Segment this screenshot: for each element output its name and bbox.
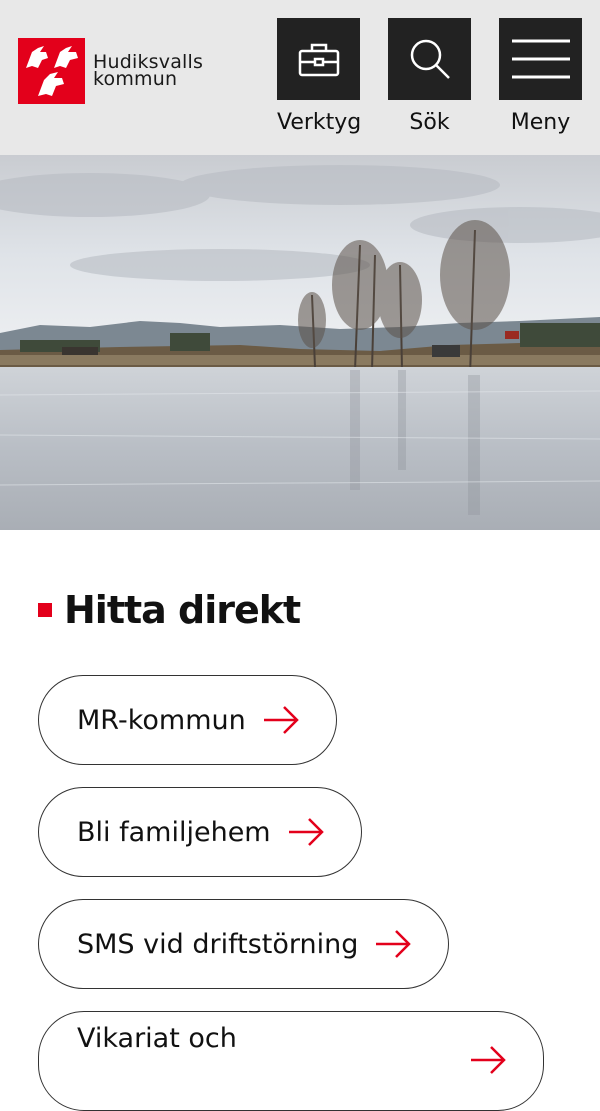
goat-emblem-icon <box>18 38 85 104</box>
section-heading: Hitta direkt <box>38 588 301 632</box>
tools-button-box[interactable] <box>277 18 360 100</box>
quick-link-mr-kommun[interactable]: MR-kommun <box>38 675 337 765</box>
arrow-right-icon <box>471 1046 506 1074</box>
tools-button[interactable]: Verktyg <box>277 18 362 135</box>
quick-link-label: Vikariat och <box>77 1023 237 1054</box>
red-square-bullet-icon <box>38 603 52 617</box>
menu-label: Meny <box>510 110 571 135</box>
quick-link-sms-driftstorning[interactable]: SMS vid driftstörning <box>38 899 450 989</box>
tools-label: Verktyg <box>277 110 362 135</box>
logo-line-2: kommun <box>93 68 178 90</box>
menu-button[interactable]: Meny <box>499 18 582 135</box>
hamburger-menu-icon <box>511 39 570 79</box>
site-header: Hudiksvalls kommun Verktyg Sök Meny <box>0 0 600 155</box>
toolbox-icon <box>298 43 339 77</box>
search-button-box[interactable] <box>388 18 471 100</box>
search-label: Sök <box>409 110 450 135</box>
quick-link-bli-familjehem[interactable]: Bli familjehem <box>38 787 362 877</box>
arrow-right-icon <box>288 818 324 846</box>
search-button[interactable]: Sök <box>388 18 471 135</box>
menu-button-box[interactable] <box>499 18 582 100</box>
search-icon <box>410 39 450 79</box>
section-title: Hitta direkt <box>64 588 301 632</box>
logo[interactable]: Hudiksvalls kommun <box>18 38 228 104</box>
quick-link-vikariat[interactable]: Vikariat och <box>38 1011 544 1111</box>
quick-link-label: SMS vid driftstörning <box>77 928 359 960</box>
arrow-right-icon <box>376 930 412 958</box>
arrow-right-icon <box>263 706 299 734</box>
logo-text: Hudiksvalls kommun <box>93 53 203 90</box>
quick-link-label: MR-kommun <box>77 704 246 736</box>
quick-link-label: Bli familjehem <box>77 816 271 848</box>
hero-image <box>0 155 600 530</box>
